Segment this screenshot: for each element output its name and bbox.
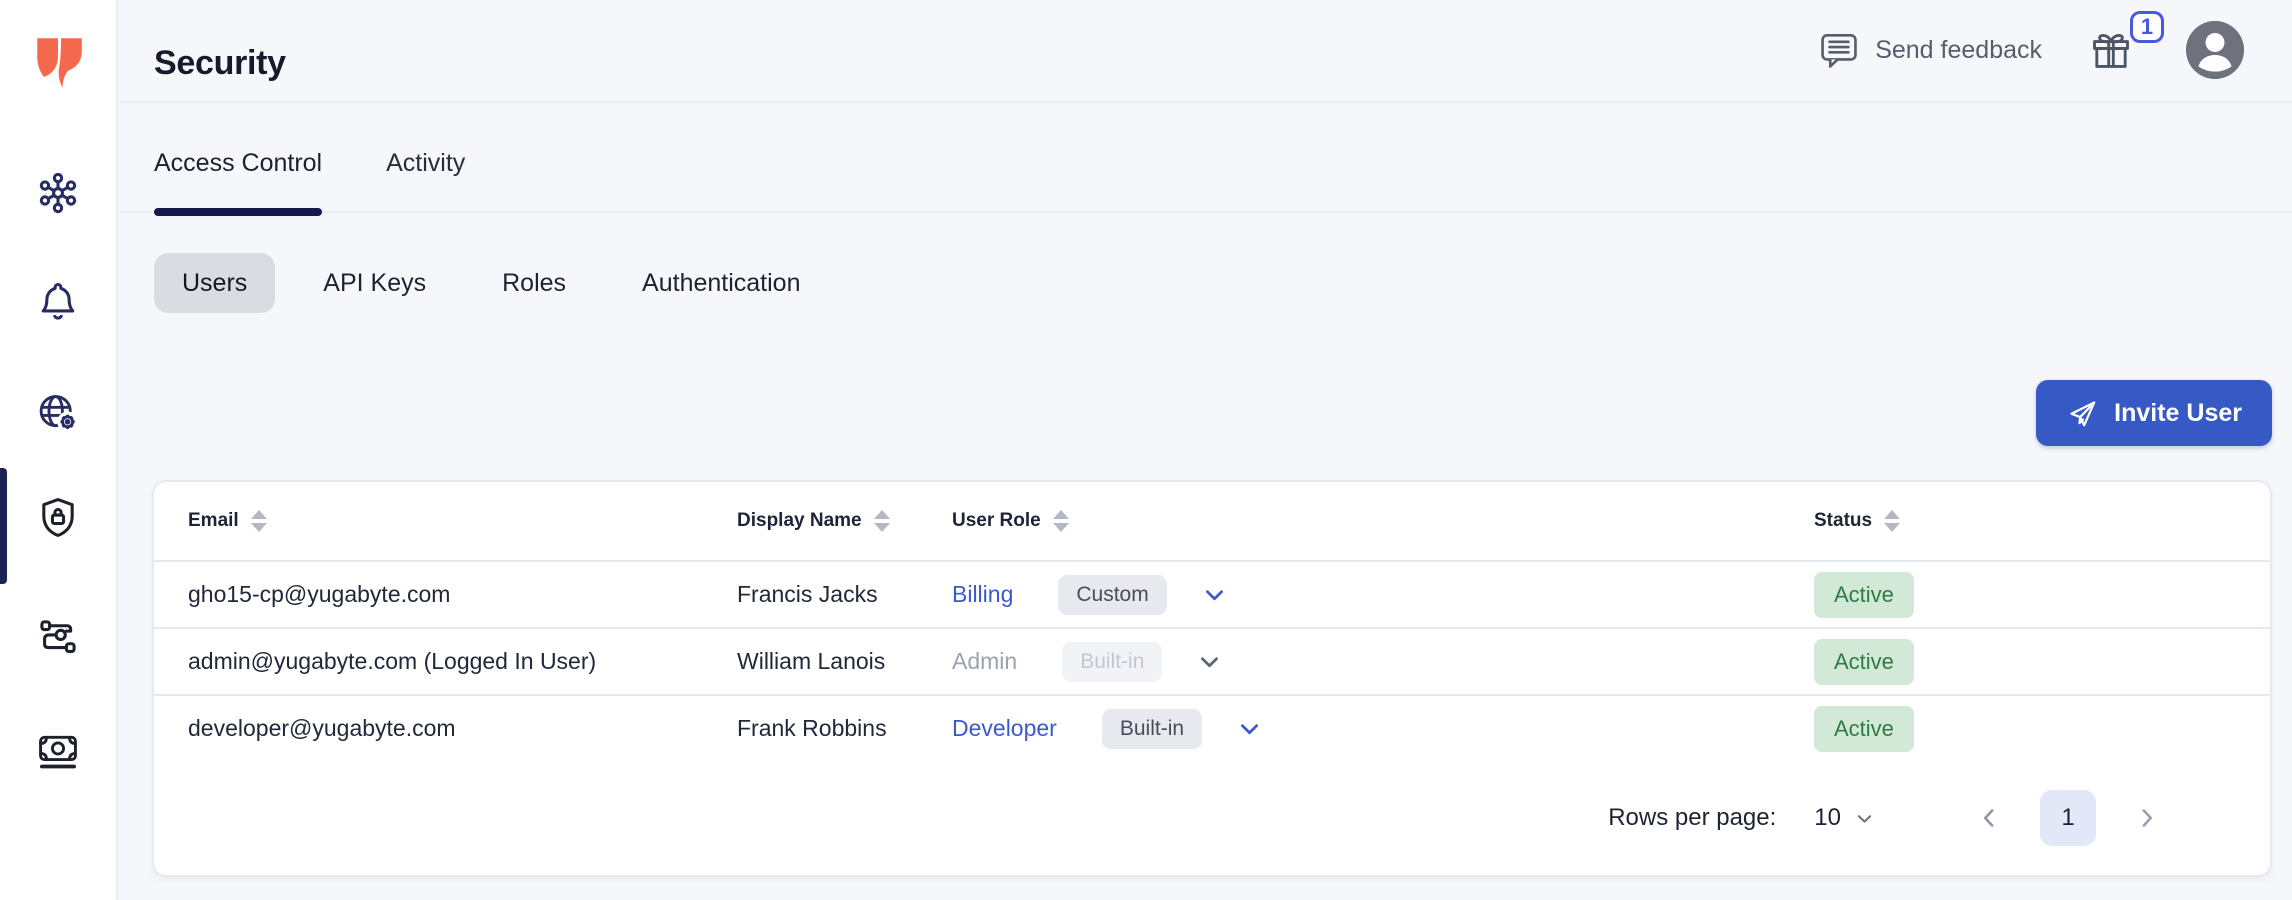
role-menu-chevron-icon[interactable] <box>1234 713 1265 744</box>
role-type-badge: Custom <box>1058 575 1166 615</box>
notification-count-badge: 1 <box>2130 11 2164 43</box>
column-header-status[interactable]: Status <box>1814 510 2236 532</box>
role-link: Admin <box>952 648 1017 675</box>
tab-activity[interactable]: Activity <box>386 149 465 211</box>
role-type-badge: Built-in <box>1062 642 1162 682</box>
invite-user-label: Invite User <box>2114 399 2242 428</box>
subtab-users[interactable]: Users <box>154 253 275 313</box>
send-feedback-label: Send feedback <box>1875 36 2042 65</box>
user-email: developer@yugabyte.com <box>188 715 737 742</box>
billing-money-icon <box>35 727 81 773</box>
topbar: Security Send feedback <box>120 0 2292 103</box>
whats-new-button[interactable]: 1 <box>2088 27 2134 73</box>
invite-user-button[interactable]: Invite User <box>2036 380 2272 446</box>
yugabyte-logo-icon[interactable] <box>30 32 88 90</box>
tab-access-control[interactable]: Access Control <box>154 149 322 211</box>
sidebar-item-network[interactable] <box>35 390 81 436</box>
send-feedback-button[interactable]: Send feedback <box>1818 29 2042 71</box>
rows-per-page-value: 10 <box>1814 804 1841 832</box>
user-email: admin@yugabyte.com (Logged In User) <box>188 648 737 675</box>
table-footer: Rows per page: 10 1 <box>154 761 2270 875</box>
users-table-card: Email Display Name User Role Status <box>152 480 2272 877</box>
role-menu-chevron-icon[interactable] <box>1194 646 1225 677</box>
user-role-cell: Developer Built-in <box>952 709 1814 749</box>
main-area: Security Send feedback <box>120 0 2292 900</box>
status-badge: Active <box>1814 572 1914 618</box>
sidebar-item-billing[interactable] <box>35 727 81 773</box>
user-display-name: William Lanois <box>737 648 952 675</box>
table-header-row: Email Display Name User Role Status <box>154 482 2270 560</box>
next-page-button[interactable] <box>2132 803 2162 833</box>
tab-bar: Access Control Activity <box>120 103 2292 213</box>
sidebar <box>0 0 118 900</box>
subtab-authentication[interactable]: Authentication <box>614 253 828 313</box>
topbar-actions: Send feedback 1 <box>1818 20 2244 80</box>
page-title: Security <box>154 44 286 83</box>
status-badge: Active <box>1814 639 1914 685</box>
previous-page-button[interactable] <box>1974 803 2004 833</box>
chevron-down-icon <box>1851 805 1878 832</box>
status-badge: Active <box>1814 706 1914 752</box>
role-link[interactable]: Developer <box>952 715 1057 742</box>
sidebar-item-integrations[interactable] <box>35 615 81 661</box>
clusters-icon <box>35 170 81 216</box>
security-shield-lock-icon <box>35 494 81 540</box>
alerts-bell-icon <box>35 278 81 324</box>
table-row: admin@yugabyte.com (Logged In User) Will… <box>154 627 2270 694</box>
user-role-cell: Admin Built-in <box>952 642 1814 682</box>
role-type-badge: Built-in <box>1102 709 1202 749</box>
feedback-chat-icon <box>1818 29 1860 71</box>
role-menu-chevron-icon[interactable] <box>1199 579 1230 610</box>
role-link[interactable]: Billing <box>952 581 1013 608</box>
gift-icon <box>2088 27 2134 73</box>
paper-plane-icon <box>2066 397 2099 430</box>
column-header-user-role[interactable]: User Role <box>952 510 1814 532</box>
subtab-bar: Users API Keys Roles Authentication <box>120 253 2292 313</box>
subtab-roles[interactable]: Roles <box>474 253 594 313</box>
subtab-api-keys[interactable]: API Keys <box>295 253 454 313</box>
rows-per-page-select[interactable]: 10 <box>1814 804 1878 832</box>
column-header-display-name[interactable]: Display Name <box>737 510 952 532</box>
sort-icon <box>1053 510 1069 532</box>
integrations-flow-icon <box>35 615 81 661</box>
security-page: Security Send feedback <box>0 0 2292 900</box>
user-email: gho15-cp@yugabyte.com <box>188 581 737 608</box>
user-display-name: Francis Jacks <box>737 581 952 608</box>
current-page-button[interactable]: 1 <box>2040 790 2096 846</box>
user-display-name: Frank Robbins <box>737 715 952 742</box>
network-globe-gear-icon <box>35 390 81 436</box>
sidebar-item-security[interactable] <box>35 494 81 540</box>
column-header-email[interactable]: Email <box>188 510 737 532</box>
sidebar-active-indicator <box>0 468 7 584</box>
user-avatar[interactable] <box>2186 21 2244 79</box>
user-role-cell: Billing Custom <box>952 575 1814 615</box>
sidebar-item-alerts[interactable] <box>35 278 81 324</box>
sidebar-item-clusters[interactable] <box>35 170 81 216</box>
table-row: developer@yugabyte.com Frank Robbins Dev… <box>154 694 2270 761</box>
sort-icon <box>251 510 267 532</box>
table-row: gho15-cp@yugabyte.com Francis Jacks Bill… <box>154 560 2270 627</box>
sort-icon <box>874 510 890 532</box>
rows-per-page-label: Rows per page: <box>1608 804 1776 832</box>
sort-icon <box>1884 510 1900 532</box>
